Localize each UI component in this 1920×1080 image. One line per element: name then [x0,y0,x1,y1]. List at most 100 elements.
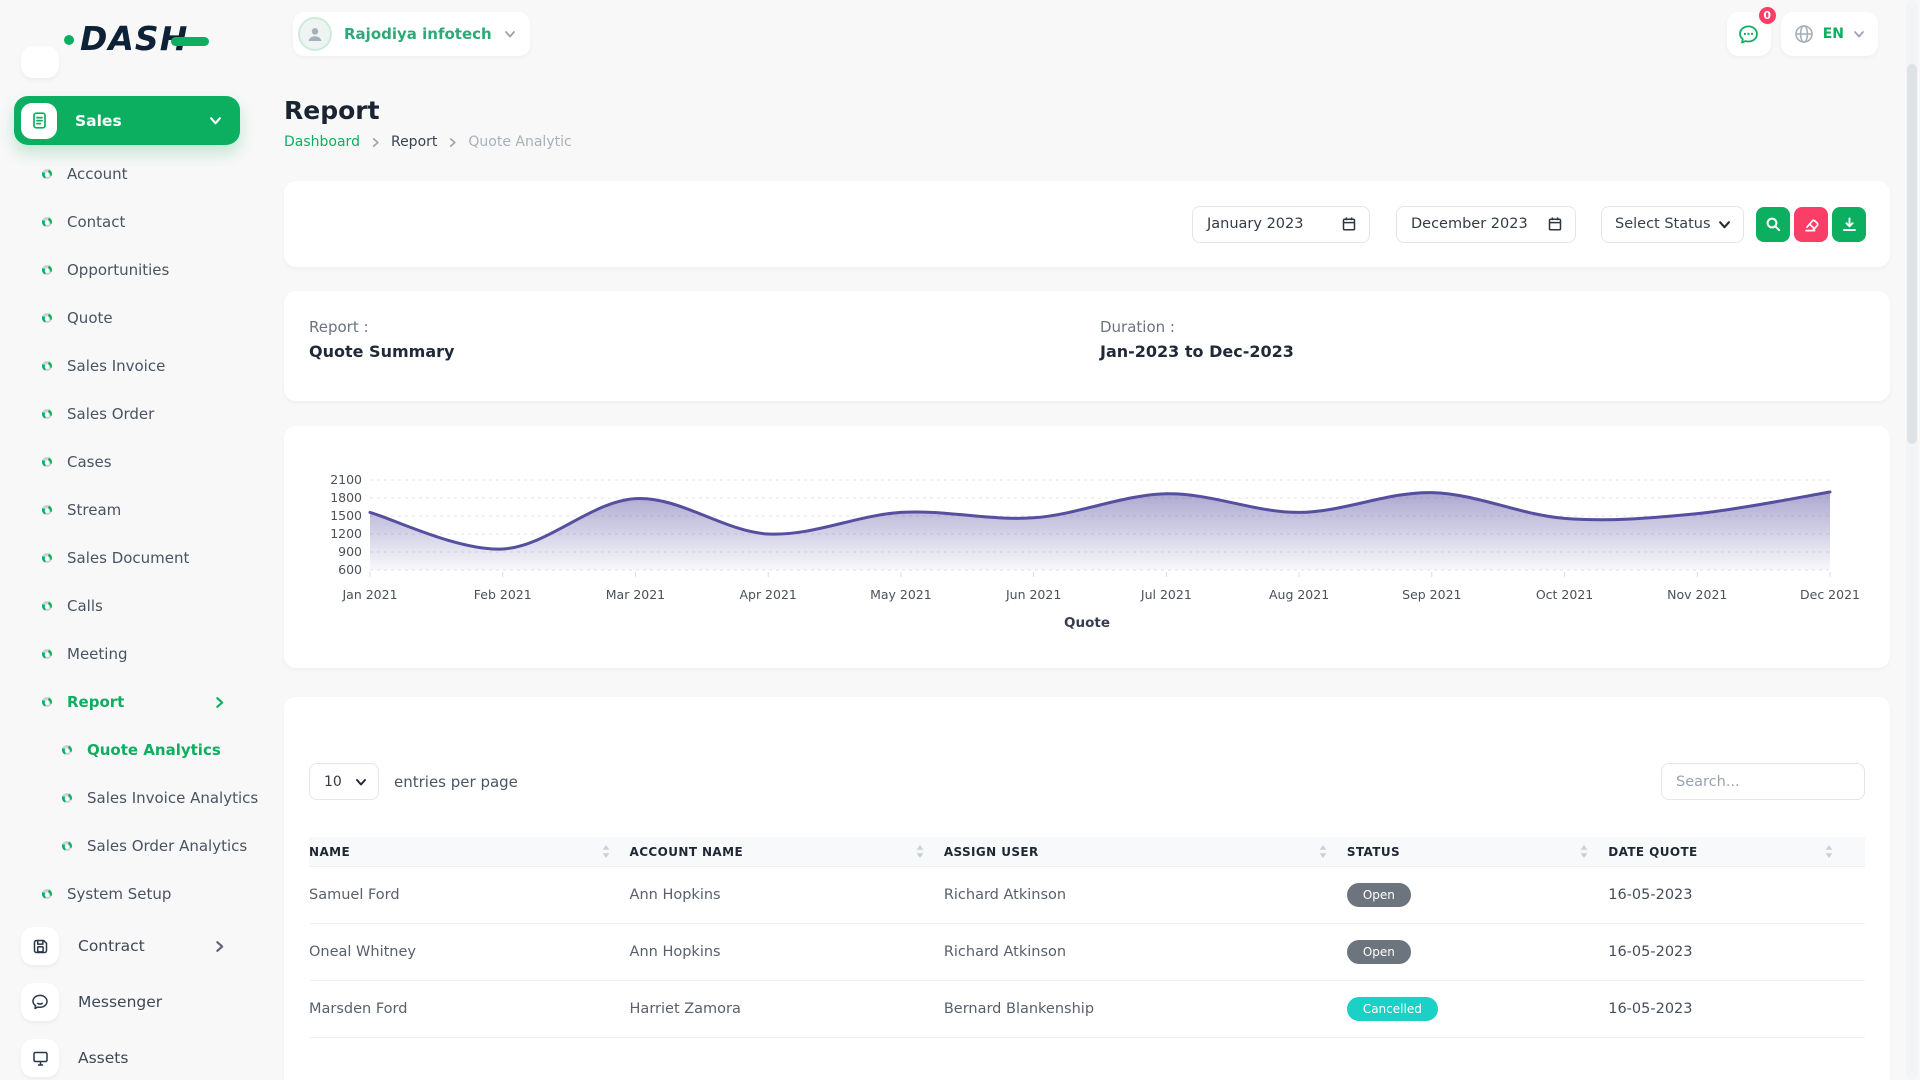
chart-legend-label[interactable]: Quote [1064,615,1110,631]
page-scrollbar[interactable] [1906,0,1918,1080]
download-button[interactable] [1832,207,1866,242]
sidebar-item-report[interactable]: Report [0,678,284,726]
y-axis-tick: 2100 [330,472,362,487]
bullet-icon [40,695,53,708]
sort-icon[interactable] [602,845,610,858]
sort-icon[interactable] [1580,845,1588,858]
breadcrumb-report[interactable]: Report [391,134,437,150]
sidebar-item-label: Calls [67,597,103,615]
sidebar-item-contact[interactable]: Contact [0,198,284,246]
company-name: Rajodiya infotech [344,25,492,43]
y-axis-tick: 600 [338,562,362,577]
end-month-input[interactable]: December 2023 [1396,206,1576,243]
sidebar-subitem-sales-invoice-analytics[interactable]: Sales Invoice Analytics [0,774,284,822]
sidebar-item-system-setup[interactable]: System Setup [0,870,284,918]
notifications-button[interactable]: 0 [1727,12,1771,56]
chevron-down-icon [209,114,222,127]
eraser-icon [1803,216,1820,233]
table-row: Samuel FordAnn HopkinsRichard AtkinsonOp… [309,867,1865,924]
column-header-label: NAME [309,845,350,859]
sidebar-item-opportunities[interactable]: Opportunities [0,246,284,294]
bullet-icon [40,887,53,900]
sidebar-item-account[interactable]: Account [0,150,284,198]
chevron-down-icon [1853,28,1865,40]
sort-icon[interactable] [1825,845,1833,858]
table-search-input[interactable] [1661,763,1865,800]
column-header-date-quote[interactable]: DATE QUOTE [1608,845,1852,859]
sidebar-subitem-sales-order-analytics[interactable]: Sales Order Analytics [0,822,284,870]
start-month-input[interactable]: January 2023 [1192,206,1370,243]
app-logo[interactable]: DASH [64,18,209,58]
y-axis-tick: 1500 [330,508,362,523]
calendar-icon [1341,216,1357,232]
globe-icon [1794,24,1814,44]
column-header-name[interactable]: NAME [309,845,630,859]
language-selector[interactable]: EN [1781,12,1878,56]
column-header-label: ASSIGN USER [944,845,1039,859]
sidebar-item-meeting[interactable]: Meeting [0,630,284,678]
sidebar-menu: AccountContactOpportunitiesQuoteSales In… [0,150,284,1080]
x-axis-tick: Jan 2021 [342,587,397,602]
sidebar-item-sales-order[interactable]: Sales Order [0,390,284,438]
breadcrumb-dashboard[interactable]: Dashboard [284,134,360,150]
chevron-down-icon [1718,218,1731,231]
sidebar-item-sales-document[interactable]: Sales Document [0,534,284,582]
y-axis-tick: 900 [338,544,362,559]
logo-dot-icon [64,35,74,45]
apply-search-button[interactable] [1756,207,1790,242]
language-label: EN [1823,26,1844,42]
clear-filter-button[interactable] [1794,207,1828,242]
sidebar-module-assets[interactable]: Assets [0,1030,284,1080]
quote-area-chart[interactable] [370,473,1830,583]
table-controls: 10 entries per page [309,763,1865,800]
breadcrumb-current: Quote Analytic [468,134,571,150]
table-header-row: NAME ACCOUNT NAMEASSIGN USER STATUSDATE QU… [309,837,1865,867]
y-axis-tick: 1200 [330,526,362,541]
sidebar-module-contract[interactable]: Contract [0,918,284,974]
notification-count-badge: 0 [1757,5,1778,26]
cell-date-quote: 16-05-2023 [1608,944,1852,960]
sidebar-submenu-report: Quote AnalyticsSales Invoice AnalyticsSa… [0,726,284,870]
bullet-icon [40,311,53,324]
user-icon [304,23,326,45]
report-summary-block: Report : Quote Summary [309,318,454,361]
app-window: DASH Sales AccountContactOpportunitiesQu… [0,0,1920,1080]
bullet-icon [60,743,73,756]
sidebar-subitem-quote-analytics[interactable]: Quote Analytics [0,726,284,774]
sidebar-item-quote[interactable]: Quote [0,294,284,342]
sidebar-module-messenger[interactable]: Messenger [0,974,284,1030]
sort-icon[interactable] [916,845,924,858]
column-header-status[interactable]: STATUS [1347,845,1608,859]
column-header-account-name[interactable]: ACCOUNT NAME [630,845,944,859]
sidebar-item-stream[interactable]: Stream [0,486,284,534]
entries-per-page-select[interactable]: 10 [309,763,379,800]
cell-account-name: Ann Hopkins [630,944,944,960]
bullet-icon [60,839,73,852]
sales-document-icon [21,103,57,139]
sidebar-item-label: Stream [67,501,121,519]
download-icon [1841,216,1858,233]
chevron-right-icon [213,940,226,953]
report-label: Report : [309,318,454,336]
sidebar-module-sales[interactable]: Sales [14,96,240,145]
table-row: Marsden FordHarriet ZamoraBernard Blanke… [309,981,1865,1038]
sidebar-item-cases[interactable]: Cases [0,438,284,486]
cell-account-name: Ann Hopkins [630,887,944,903]
company-switcher[interactable]: Rajodiya infotech [293,12,530,56]
sort-icon[interactable] [1319,845,1327,858]
sidebar-item-sales-invoice[interactable]: Sales Invoice [0,342,284,390]
cell-assign-user: Richard Atkinson [944,887,1347,903]
sidebar-item-calls[interactable]: Calls [0,582,284,630]
x-axis-tick: May 2021 [870,587,932,602]
filter-buttons [1756,207,1866,242]
calendar-icon [1547,216,1563,232]
status-select[interactable]: Select Status [1601,206,1744,243]
chevron-down-icon [504,28,516,40]
bullet-icon [40,503,53,516]
report-value: Quote Summary [309,342,454,361]
page-title: Report [284,96,1890,125]
report-summary-card: Report : Quote Summary Duration : Jan-20… [284,291,1890,401]
scrollbar-thumb[interactable] [1907,64,1917,444]
column-header-assign-user[interactable]: ASSIGN USER [944,845,1347,859]
main-content: Report Dashboard Report Quote Analytic J… [284,71,1890,1080]
